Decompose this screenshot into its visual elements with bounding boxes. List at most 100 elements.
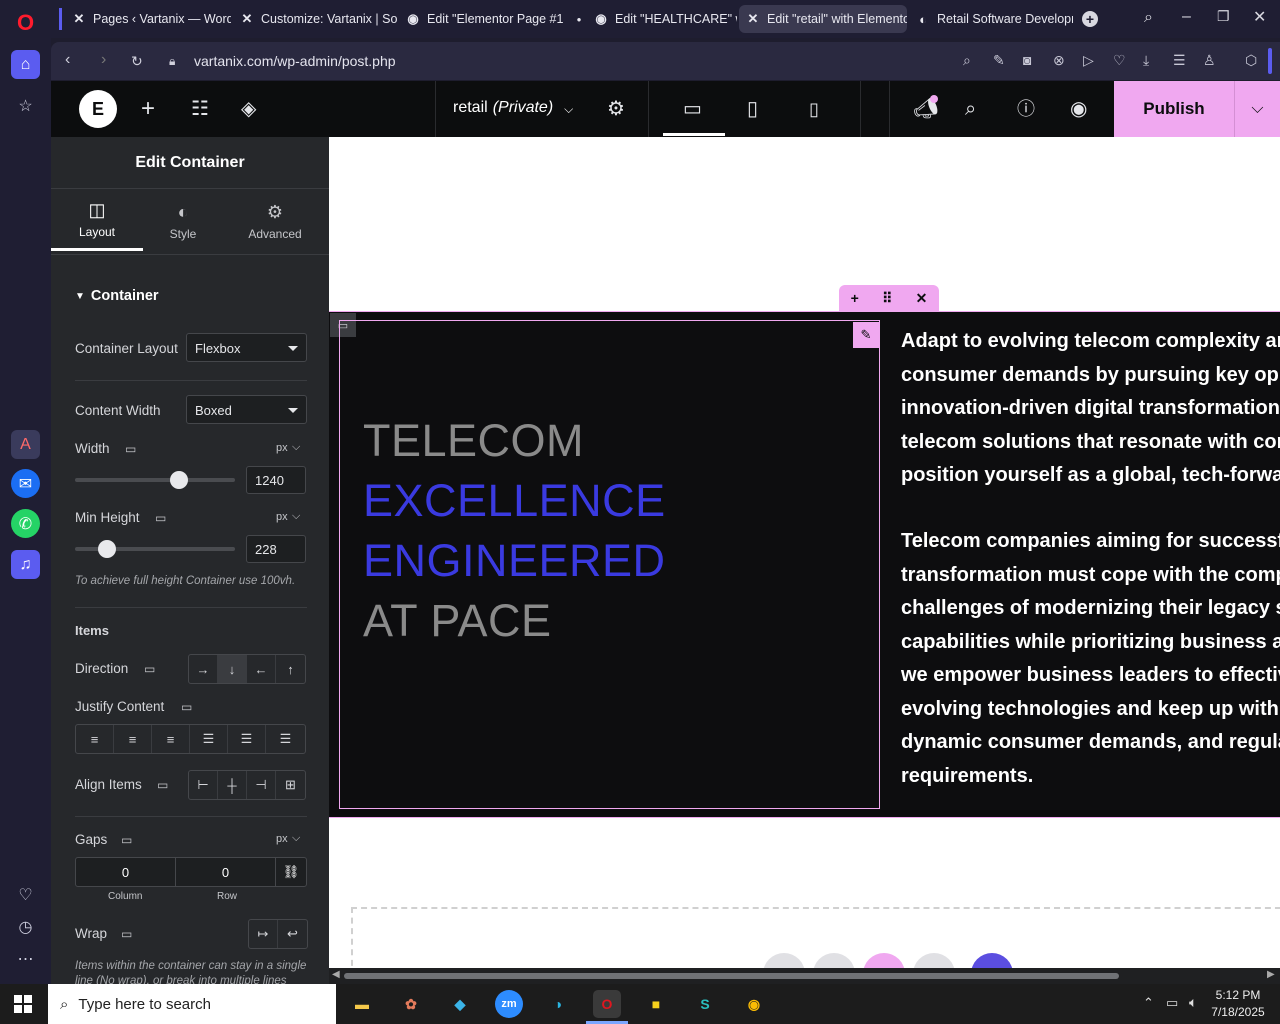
- close-icon[interactable]: ✕: [1253, 7, 1266, 27]
- zoom-search-icon[interactable]: ⌕: [963, 52, 971, 69]
- add-section-dropzone[interactable]: [351, 907, 1280, 968]
- desktop-responsive-icon[interactable]: ▭: [125, 442, 136, 456]
- width-unit-select[interactable]: px: [276, 442, 288, 454]
- add-element-icon[interactable]: +: [141, 97, 155, 121]
- forward-icon[interactable]: ›: [101, 51, 106, 69]
- tab-healthcare[interactable]: ●◉Edit "HEALTHCARE" with Elementor: [565, 5, 737, 33]
- direction-row-arrow-right-icon[interactable]: →: [189, 655, 218, 683]
- zoom-app-icon[interactable]: zm: [495, 990, 523, 1018]
- menu-icon[interactable]: ☰: [1173, 52, 1186, 69]
- justify-space-between-icon[interactable]: ☰: [190, 725, 228, 753]
- direction-column-reverse-arrow-up-icon[interactable]: ↑: [276, 655, 305, 683]
- search-icon[interactable]: ⌕: [965, 97, 976, 121]
- min-height-unit-select[interactable]: px: [276, 511, 288, 523]
- justify-space-evenly-icon[interactable]: ☰: [266, 725, 305, 753]
- delete-container-icon[interactable]: ✕: [916, 290, 928, 307]
- mobile-view-icon[interactable]: ▯: [809, 97, 819, 121]
- url-text[interactable]: vartanix.com/wp-admin/post.php: [194, 53, 396, 69]
- desktop-responsive-icon[interactable]: ▭: [121, 833, 132, 847]
- elementor-logo-icon[interactable]: E: [79, 90, 117, 128]
- min-height-input[interactable]: 228: [246, 535, 306, 563]
- container-layout-select[interactable]: Flexbox: [186, 333, 307, 362]
- align-start-icon[interactable]: ⊢: [189, 771, 218, 799]
- new-tab-button[interactable]: +: [1082, 11, 1098, 27]
- tablet-view-icon[interactable]: ▯: [747, 97, 758, 121]
- align-center-icon[interactable]: ┼: [218, 771, 247, 799]
- page-settings-gear-icon[interactable]: ⚙: [607, 97, 625, 121]
- clock[interactable]: 5:12 PM 7/18/2025: [1210, 987, 1266, 1021]
- windows-start-icon[interactable]: [14, 995, 32, 1013]
- desktop-responsive-icon[interactable]: ▭: [157, 778, 168, 792]
- chrome-browser-icon[interactable]: ◉: [740, 990, 768, 1018]
- network-icon[interactable]: ▭: [1166, 995, 1178, 1011]
- tab-layout[interactable]: ◫ Layout: [51, 191, 143, 251]
- more-icon[interactable]: ⋯: [11, 944, 40, 973]
- sticky-notes-icon[interactable]: ■: [642, 990, 670, 1018]
- tab-retail[interactable]: ✕ Edit "retail" with Elementor: [739, 5, 907, 33]
- tab-advanced[interactable]: ⚙ Advanced: [229, 191, 321, 251]
- search-tabs-icon[interactable]: ⌕: [1144, 9, 1153, 27]
- align-end-icon[interactable]: ⊣: [247, 771, 276, 799]
- gap-column-input[interactable]: 0: [76, 858, 176, 886]
- adblock-icon[interactable]: ⊗: [1053, 52, 1065, 69]
- structure-layers-icon[interactable]: ◈: [241, 97, 256, 121]
- gap-row-input[interactable]: 0: [176, 858, 276, 886]
- sidebar-toggle[interactable]: [1268, 48, 1272, 74]
- align-stretch-icon[interactable]: ⊞: [276, 771, 305, 799]
- desktop-responsive-icon[interactable]: ▭: [181, 700, 192, 714]
- heart-icon[interactable]: ♡: [11, 880, 40, 909]
- star-icon[interactable]: ☆: [11, 91, 40, 120]
- no-wrap-icon[interactable]: ↦: [249, 920, 278, 948]
- history-icon[interactable]: ◷: [11, 912, 40, 941]
- desktop-responsive-icon[interactable]: ▭: [155, 511, 166, 525]
- tab-style[interactable]: ◐ Style: [137, 191, 229, 251]
- file-explorer-icon[interactable]: ▬: [348, 990, 376, 1018]
- aria-icon[interactable]: A: [11, 430, 40, 459]
- taskbar-search-box[interactable]: ⌕ Type here to search: [48, 984, 336, 1024]
- direction-column-arrow-down-icon[interactable]: ↓: [218, 655, 247, 683]
- justify-end-icon[interactable]: ≡: [152, 725, 190, 753]
- camera-icon[interactable]: ◙: [1023, 52, 1031, 68]
- section-container-toggle[interactable]: ▼ Container: [75, 288, 159, 304]
- scroll-left-icon[interactable]: ◀: [332, 969, 340, 980]
- content-width-select[interactable]: Boxed: [186, 395, 307, 424]
- download-icon[interactable]: ⤓: [1143, 52, 1149, 69]
- music-player-icon[interactable]: ♫: [11, 550, 40, 579]
- volume-icon[interactable]: 🔈︎: [1189, 994, 1197, 1011]
- wrap-icon[interactable]: ↩: [278, 920, 307, 948]
- messenger-icon[interactable]: ✉: [11, 469, 40, 498]
- home-icon[interactable]: ⌂: [11, 50, 40, 79]
- play-icon[interactable]: ▷: [1083, 52, 1094, 69]
- scroll-right-icon[interactable]: ▶: [1267, 969, 1275, 980]
- edge-browser-icon[interactable]: ◑: [544, 990, 572, 1018]
- gaps-unit-select[interactable]: px: [276, 833, 288, 845]
- direction-row-reverse-arrow-left-icon[interactable]: ←: [247, 655, 276, 683]
- desktop-view-icon[interactable]: ▭: [683, 97, 702, 121]
- horizontal-scrollbar[interactable]: ◀ ▶: [329, 968, 1280, 984]
- justify-start-icon[interactable]: ≡: [76, 725, 114, 753]
- publish-button[interactable]: Publish: [1114, 81, 1234, 137]
- tab-elementor-page[interactable]: ◉ Edit "Elementor Page #10: [399, 5, 563, 33]
- link-values-icon[interactable]: ⛓︎: [276, 858, 306, 886]
- opera-logo-icon[interactable]: O: [11, 8, 40, 37]
- width-slider-handle[interactable]: [170, 471, 189, 489]
- edit-icon[interactable]: ✎: [993, 52, 1005, 69]
- back-icon[interactable]: ‹: [65, 51, 70, 69]
- width-slider[interactable]: [75, 471, 235, 489]
- desktop-responsive-icon[interactable]: ▭: [121, 927, 132, 941]
- hero-heading[interactable]: TELECOM EXCELLENCE ENGINEERED AT PACE: [363, 411, 666, 651]
- preview-eye-icon[interactable]: ◉: [1070, 97, 1087, 121]
- chevron-up-icon[interactable]: ⌃: [1143, 995, 1154, 1011]
- minimize-icon[interactable]: –: [1182, 8, 1191, 26]
- profile-icon[interactable]: ♙: [1203, 52, 1216, 69]
- extensions-box-icon[interactable]: ⬡: [1245, 52, 1257, 69]
- paint-app-icon[interactable]: ✿: [397, 990, 425, 1018]
- justify-center-icon[interactable]: ≡: [114, 725, 152, 753]
- app-s-icon[interactable]: S: [691, 990, 719, 1018]
- desktop-responsive-icon[interactable]: ▭: [144, 662, 155, 676]
- tab-customize[interactable]: ✕Customize: Vartanix | Software: [233, 5, 397, 33]
- publish-options-chevron-icon[interactable]: ⌵: [1234, 81, 1280, 137]
- restore-icon[interactable]: ❐: [1217, 8, 1230, 25]
- intro-paragraph[interactable]: Adapt to evolving telecom complexity an …: [901, 325, 1280, 493]
- drag-handle-icon[interactable]: ⠿: [882, 290, 892, 307]
